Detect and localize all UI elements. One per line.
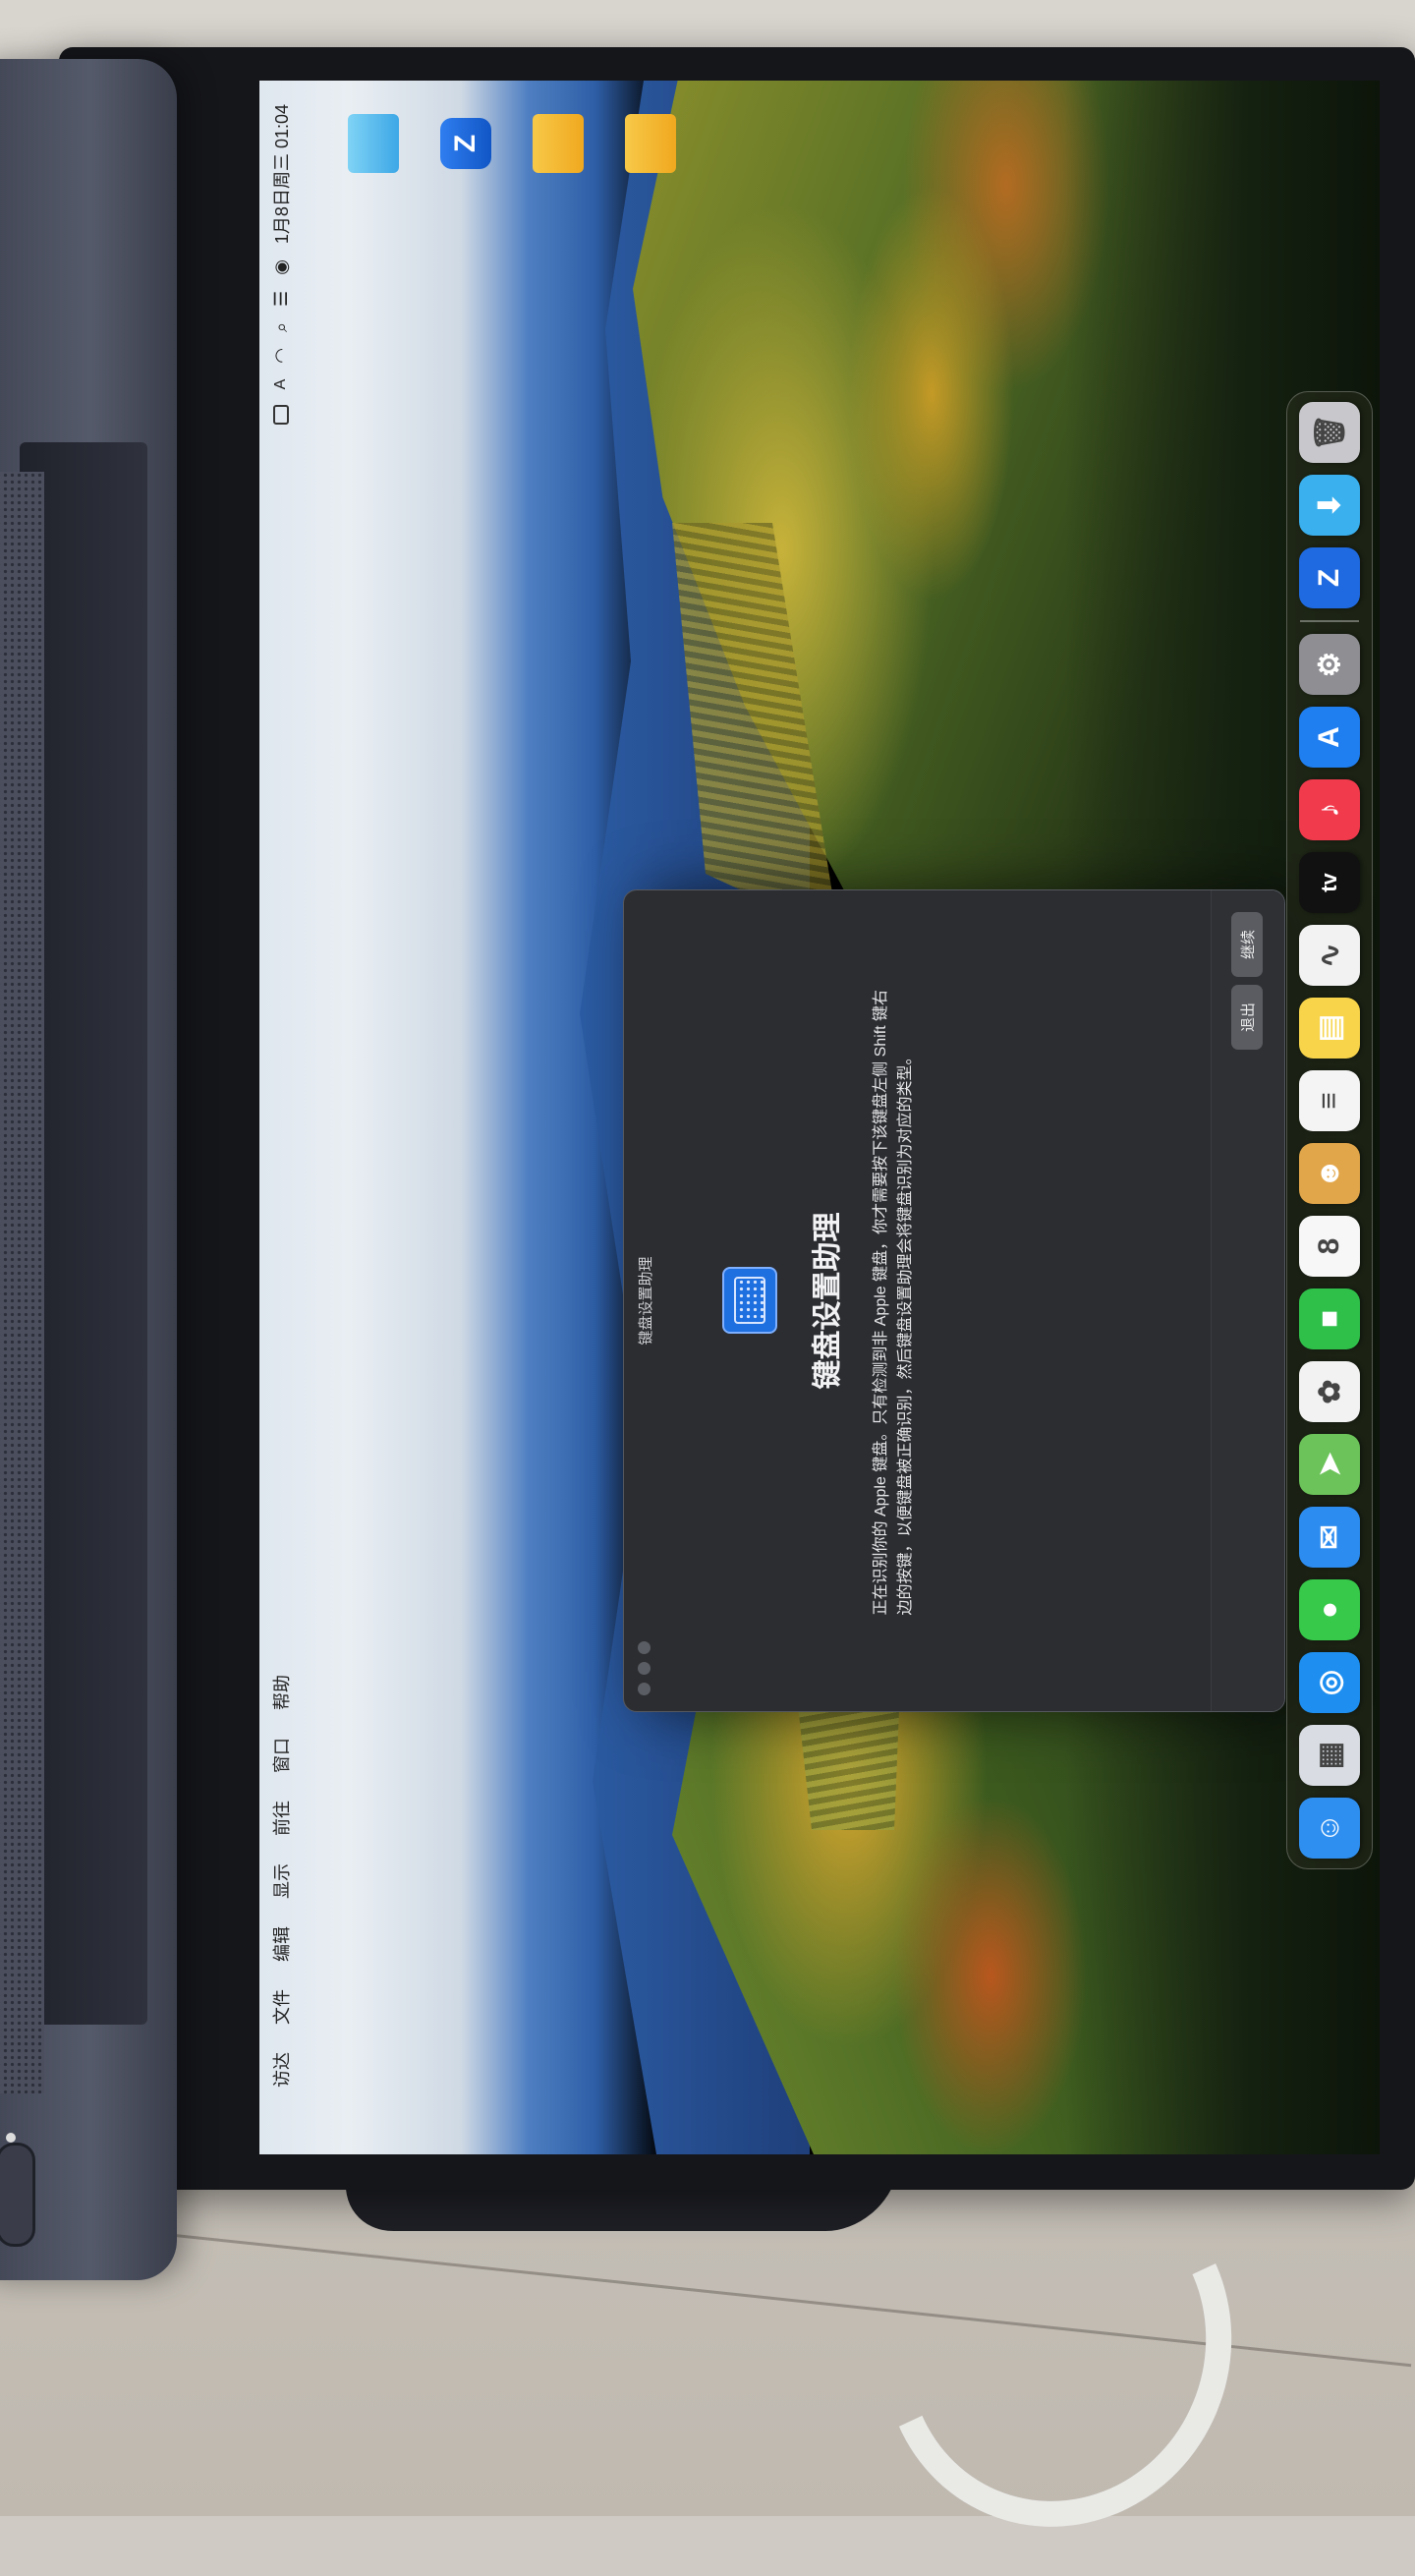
menu-finder[interactable]: 访达 <box>268 2052 294 2088</box>
downloads-icon[interactable]: ⬇ <box>1299 475 1360 536</box>
folder-icon <box>533 114 584 173</box>
zapp-icon[interactable]: Z <box>1299 547 1360 608</box>
continue-button[interactable]: 继续 <box>1231 912 1263 978</box>
desktop-icon-folder[interactable] <box>533 114 590 173</box>
desktop: 访达 文件 编辑 显示 前往 窗口 帮助 A ◠ ⌕ ☰ ◉ 1月8日周三 01… <box>259 81 1380 2154</box>
photos-icon[interactable]: ✿ <box>1299 1361 1360 1422</box>
notes-icon[interactable]: ▤ <box>1299 998 1360 1059</box>
control-center-icon[interactable]: ☰ <box>271 291 292 307</box>
input-source-icon[interactable]: A <box>272 379 290 390</box>
system-settings-icon[interactable]: ⚙ <box>1299 634 1360 695</box>
desktop-icon-folder-blue[interactable] <box>348 114 405 173</box>
tv-icon[interactable]: tv <box>1299 852 1360 913</box>
keyboard-setup-assistant-window: 键盘设置助理 键盘设置助理 正在识别你的 Apple 键盘。只有检测到非 App… <box>623 889 1285 1712</box>
window-heading: 键盘设置助理 <box>812 1212 844 1390</box>
dock-separator <box>1300 620 1359 622</box>
siri-icon[interactable]: ◉ <box>271 259 292 275</box>
menu-window[interactable]: 窗口 <box>268 1738 294 1773</box>
maps-icon[interactable]: ➤ <box>1299 1434 1360 1495</box>
search-icon[interactable]: ⌕ <box>271 322 292 332</box>
mail-icon[interactable]: ✉ <box>1299 1507 1360 1568</box>
wifi-icon[interactable]: ◠ <box>271 348 292 364</box>
desktop-icons: Z <box>348 114 682 173</box>
finder-icon[interactable]: ☺ <box>1299 1798 1360 1859</box>
menu-edit[interactable]: 编辑 <box>268 1926 294 1962</box>
dock: ☺ ▦ ◎ ● ✉ ➤ ✿ ■ 8 ☻ ≡ ▤ ∿ tv ♪ A ⚙ Z ⬇ 🗑 <box>1286 391 1373 1869</box>
app-store-icon[interactable]: A <box>1299 707 1360 768</box>
menu-go[interactable]: 前往 <box>268 1801 294 1836</box>
keyboard-keys-graphic <box>734 1277 765 1325</box>
menu-clock[interactable]: 1月8日周三 01:04 <box>268 104 294 244</box>
window-title: 键盘设置助理 <box>638 1256 654 1345</box>
freeform-icon[interactable]: ∿ <box>1299 925 1360 986</box>
desktop-icon-zapp[interactable]: Z <box>440 118 497 169</box>
speaker-led <box>6 2133 16 2143</box>
messages-icon[interactable]: ● <box>1299 1579 1360 1640</box>
calendar-icon[interactable]: 8 <box>1299 1216 1360 1277</box>
quit-button[interactable]: 退出 <box>1231 985 1263 1051</box>
safari-icon[interactable]: ◎ <box>1299 1652 1360 1713</box>
zapp-icon: Z <box>440 118 491 169</box>
desktop-icon-folder[interactable] <box>625 114 682 173</box>
music-icon[interactable]: ♪ <box>1299 779 1360 840</box>
menu-file[interactable]: 文件 <box>268 1989 294 2025</box>
reminders-icon[interactable]: ≡ <box>1299 1070 1360 1131</box>
folder-blue-icon <box>348 114 399 173</box>
contacts-icon[interactable]: ☻ <box>1299 1143 1360 1204</box>
menu-bar: 访达 文件 编辑 显示 前往 窗口 帮助 A ◠ ⌕ ☰ ◉ 1月8日周三 01… <box>259 81 303 2154</box>
menu-bar-status: A ◠ ⌕ ☰ ◉ 1月8日周三 01:04 <box>268 104 294 426</box>
speaker-button <box>0 2143 35 2247</box>
screen: 访达 文件 编辑 显示 前往 窗口 帮助 A ◠ ⌕ ☰ ◉ 1月8日周三 01… <box>259 81 1380 2154</box>
keyboard-icon <box>722 1267 777 1335</box>
window-body-text: 正在识别你的 Apple 键盘。只有检测到非 Apple 键盘，你才需要按下该键… <box>873 989 914 1616</box>
window-content: 键盘设置助理 正在识别你的 Apple 键盘。只有检测到非 Apple 键盘，你… <box>663 890 1284 1711</box>
menu-help[interactable]: 帮助 <box>268 1675 294 1710</box>
speaker-mesh <box>0 472 44 2093</box>
battery-icon[interactable] <box>273 405 289 426</box>
facetime-icon[interactable]: ■ <box>1299 1288 1360 1349</box>
window-footer: 退出 继续 <box>1211 890 1284 1711</box>
launchpad-icon[interactable]: ▦ <box>1299 1725 1360 1786</box>
trash-icon[interactable]: 🗑 <box>1299 402 1360 463</box>
window-titlebar[interactable]: 键盘设置助理 <box>624 890 663 1711</box>
speaker-device <box>0 59 177 2280</box>
menu-view[interactable]: 显示 <box>268 1863 294 1899</box>
folder-icon <box>625 114 676 173</box>
